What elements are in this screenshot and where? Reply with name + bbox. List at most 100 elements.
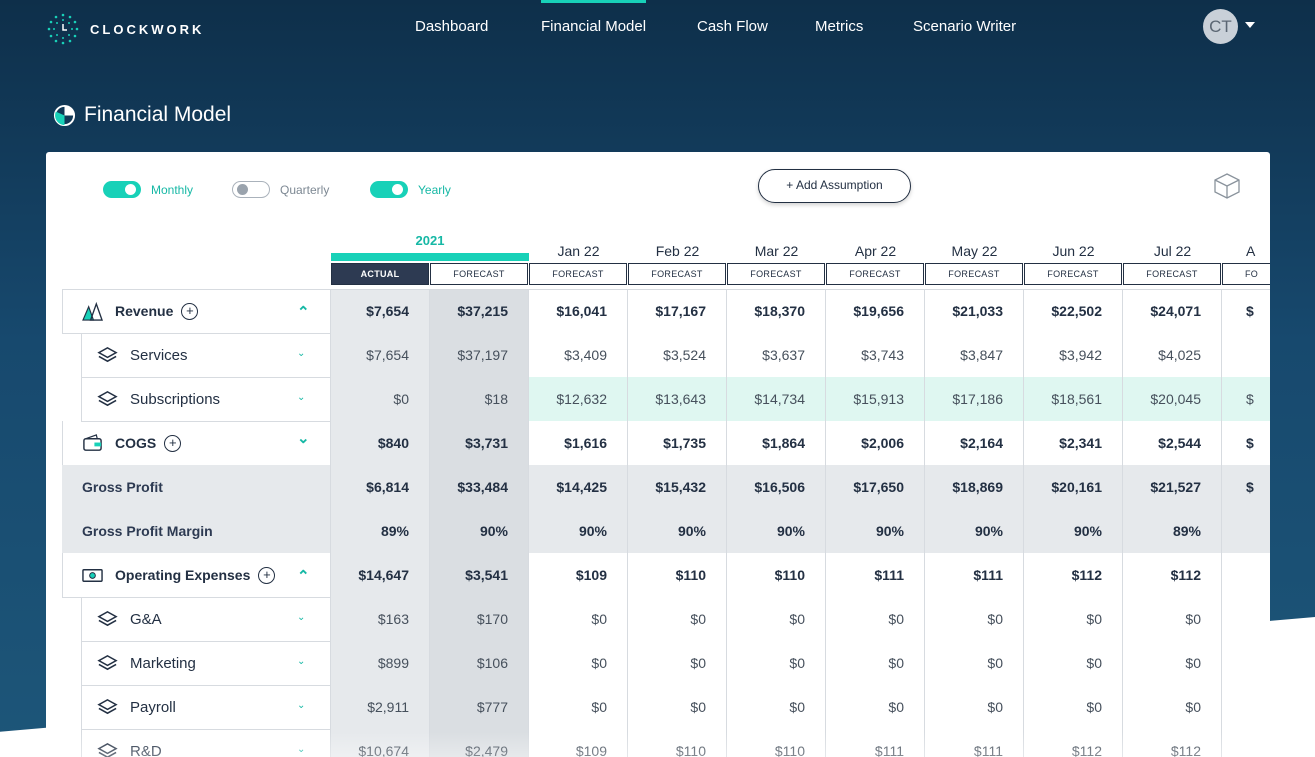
- table-cell: $4,025: [1123, 333, 1221, 377]
- revenue-icon: [82, 301, 103, 321]
- table-cell: 89%: [331, 509, 429, 553]
- toggle-quarterly[interactable]: Quarterly: [232, 181, 329, 198]
- table-cell: $111: [826, 553, 924, 597]
- month-header: May 22: [951, 243, 998, 259]
- table-cell: $112: [1123, 729, 1221, 757]
- table-cell: $18,370: [727, 289, 825, 333]
- table-cell: $21,527: [1123, 465, 1221, 509]
- table-cell: $33,484: [430, 465, 528, 509]
- table-cell: $0: [529, 597, 627, 641]
- column-divider: [924, 289, 925, 757]
- chevron-down-icon[interactable]: ⌄: [297, 348, 305, 359]
- table-cell: $0: [1024, 597, 1122, 641]
- clockwork-logo-icon: [47, 13, 79, 45]
- column-divider: [1221, 289, 1222, 757]
- table-cell: $24,071: [1123, 289, 1221, 333]
- table-cell: $170: [430, 597, 528, 641]
- row-indent-border: [81, 377, 82, 421]
- toggle-yearly[interactable]: Yearly: [370, 181, 451, 198]
- row-label-cogs[interactable]: COGS + ⌄: [62, 421, 331, 465]
- yearly-switch[interactable]: [370, 181, 408, 198]
- table-cell: 90%: [628, 509, 726, 553]
- row-label-text: Operating Expenses: [115, 567, 251, 583]
- nav-scenario-writer[interactable]: Scenario Writer: [913, 0, 1016, 54]
- column-divider: [726, 289, 727, 757]
- table-cell: $22,502: [1024, 289, 1122, 333]
- chevron-down-icon[interactable]: ⌄: [297, 612, 305, 623]
- table-cell: $3,942: [1024, 333, 1122, 377]
- user-avatar[interactable]: CT: [1203, 9, 1238, 44]
- row-label-revenue[interactable]: Revenue + ⌃: [62, 289, 331, 333]
- row-label-text: COGS: [115, 435, 157, 451]
- chevron-down-icon[interactable]: ⌄: [297, 429, 310, 447]
- table-cell: 90%: [727, 509, 825, 553]
- quarterly-switch[interactable]: [232, 181, 270, 198]
- add-row-plus-icon[interactable]: +: [164, 434, 182, 452]
- column-divider: [330, 289, 331, 757]
- table-cell: $110: [727, 729, 825, 757]
- chevron-down-icon[interactable]: ⌄: [297, 392, 305, 403]
- table-cell: $18,561: [1024, 377, 1122, 421]
- month-header: Feb 22: [655, 243, 700, 259]
- table-cell: $840: [331, 421, 429, 465]
- toggle-monthly[interactable]: Monthly: [103, 181, 193, 198]
- caret-down-icon[interactable]: [1245, 22, 1255, 28]
- brand-logo[interactable]: CLOCKWORK: [46, 12, 204, 46]
- nav-dashboard[interactable]: Dashboard: [415, 0, 488, 54]
- table-cell: $110: [628, 729, 726, 757]
- nav-cash-flow[interactable]: Cash Flow: [697, 0, 768, 54]
- table-cell: $2,544: [1123, 421, 1221, 465]
- table-cell: 90%: [826, 509, 924, 553]
- page-title-text: Financial Model: [84, 103, 232, 126]
- monthly-switch[interactable]: [103, 181, 141, 198]
- financial-model-card: Monthly Quarterly Yearly + Add Assumptio…: [46, 152, 1270, 757]
- add-assumption-button[interactable]: + Add Assumption: [758, 169, 911, 203]
- year-header-bar: [331, 253, 529, 261]
- row-label-g-a[interactable]: G&A ⌄: [81, 597, 331, 641]
- row-label-text: Revenue: [115, 303, 174, 319]
- add-row-plus-icon[interactable]: +: [258, 566, 276, 584]
- table-cell: $899: [331, 641, 429, 685]
- table-cell: $0: [826, 641, 924, 685]
- table-cell: $0: [925, 641, 1023, 685]
- column-tag-forecast: FORECAST: [628, 263, 726, 285]
- table-cell: $: [1222, 289, 1270, 333]
- row-label-text: Services: [130, 346, 188, 364]
- table-cell: $111: [925, 729, 1023, 757]
- row-label-payroll[interactable]: Payroll ⌄: [81, 685, 331, 729]
- table-cell: [1222, 685, 1270, 729]
- nav-financial-model[interactable]: Financial Model: [541, 0, 647, 54]
- chevron-down-icon[interactable]: ⌄: [297, 744, 305, 755]
- add-row-plus-icon[interactable]: +: [181, 302, 199, 320]
- chevron-down-icon[interactable]: ⌄: [297, 700, 305, 711]
- row-label-subscriptions[interactable]: Subscriptions ⌄: [81, 377, 331, 421]
- row-label-services[interactable]: Services ⌄: [81, 333, 331, 377]
- table-cell: $17,167: [628, 289, 726, 333]
- chevron-up-icon[interactable]: ⌃: [297, 303, 310, 321]
- row-indent-border: [81, 641, 82, 685]
- table-cell: $0: [1024, 641, 1122, 685]
- table-cell: $109: [529, 553, 627, 597]
- row-label-marketing[interactable]: Marketing ⌄: [81, 641, 331, 685]
- nav-metrics[interactable]: Metrics: [815, 0, 863, 54]
- table-cell: $15,913: [826, 377, 924, 421]
- table-cell: 90%: [529, 509, 627, 553]
- month-header: Jul 22: [1153, 243, 1192, 259]
- table-cell: $112: [1024, 553, 1122, 597]
- row-label-gross-profit-margin[interactable]: Gross Profit Margin: [62, 509, 331, 553]
- row-label-r-d[interactable]: R&D ⌄: [81, 729, 331, 757]
- row-label-operating-expenses[interactable]: Operating Expenses + ⌃: [62, 553, 331, 597]
- table-cell: $21,033: [925, 289, 1023, 333]
- table-cell: $: [1222, 377, 1270, 421]
- table-cell: $110: [727, 553, 825, 597]
- table-cell: $15,432: [628, 465, 726, 509]
- table-cell: $0: [1024, 685, 1122, 729]
- table-cell: $20,161: [1024, 465, 1122, 509]
- chevron-up-icon[interactable]: ⌃: [297, 567, 310, 585]
- column-tag-forecast: FORECAST: [1123, 263, 1221, 285]
- table-cell: $110: [628, 553, 726, 597]
- row-label-gross-profit[interactable]: Gross Profit: [62, 465, 331, 509]
- cube-icon[interactable]: [1213, 172, 1241, 200]
- table-cell: $0: [1123, 597, 1221, 641]
- chevron-down-icon[interactable]: ⌄: [297, 656, 305, 667]
